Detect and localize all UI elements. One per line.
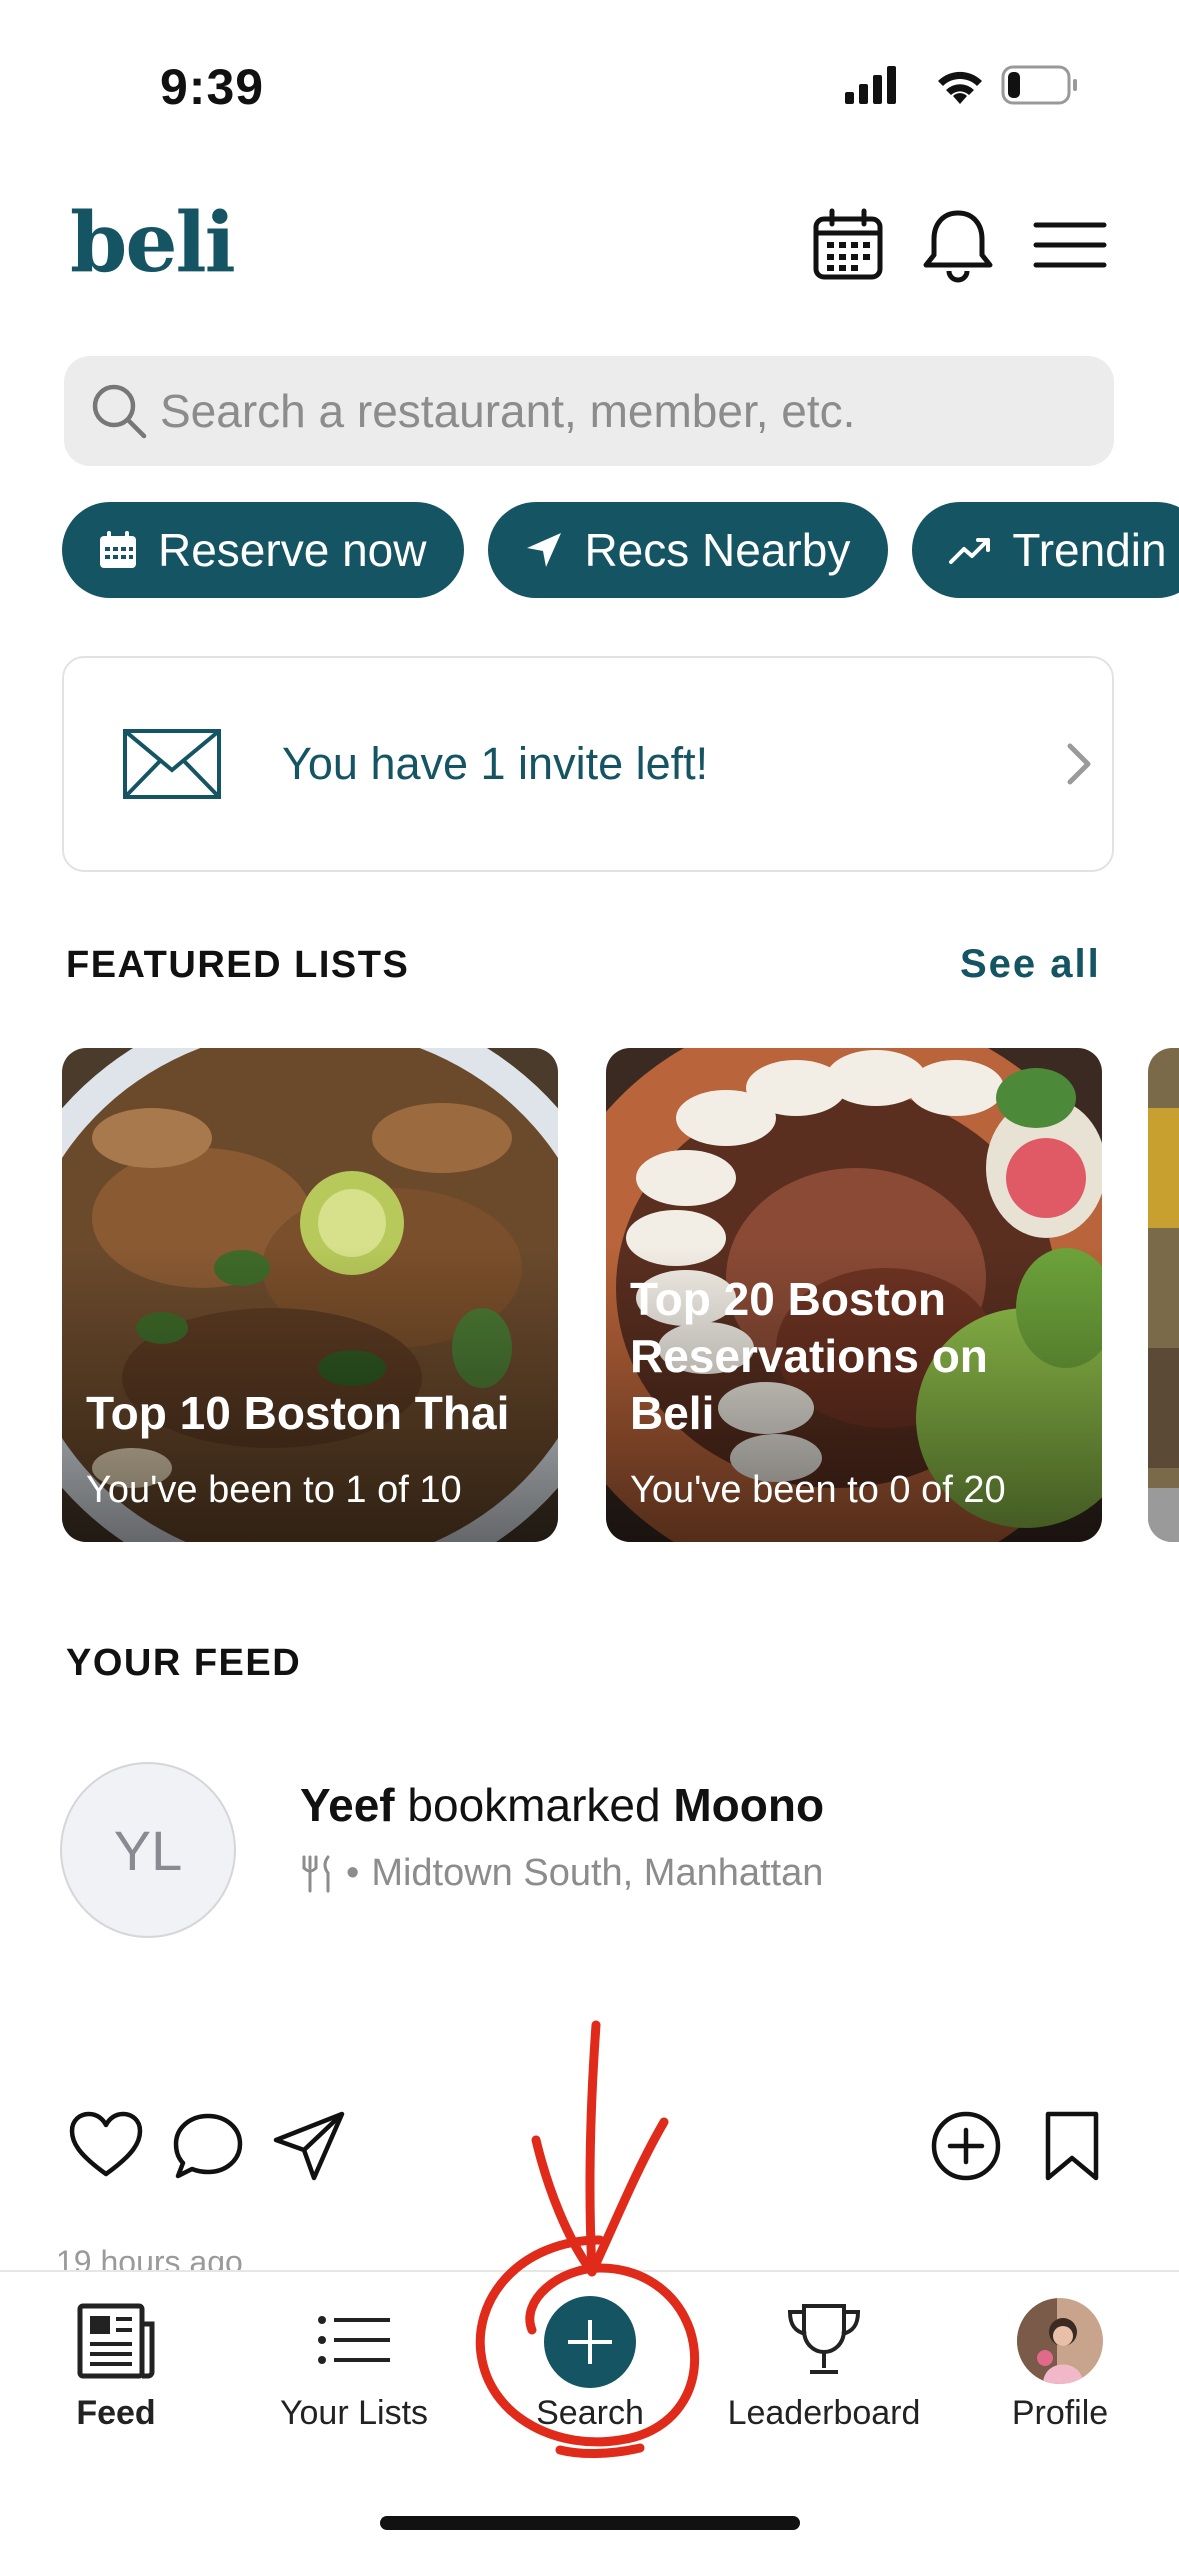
- status-time: 9:39: [160, 59, 265, 115]
- tab-label: Search: [536, 2394, 644, 2432]
- calendar-icon[interactable]: [810, 207, 886, 283]
- bullet-separator: •: [346, 1852, 360, 1894]
- feed-action: bookmarked: [407, 1779, 661, 1831]
- tab-search[interactable]: Search: [480, 2296, 700, 2470]
- invite-banner[interactable]: You have 1 invite left!: [62, 656, 1114, 872]
- tab-feed[interactable]: Feed: [6, 2300, 226, 2470]
- see-all-link[interactable]: See all: [960, 942, 1101, 987]
- newspaper-icon: [77, 2303, 155, 2379]
- tab-your-lists[interactable]: Your Lists: [244, 2300, 464, 2470]
- bell-icon[interactable]: [920, 207, 996, 283]
- feed-item-title: Yeef bookmarked Moono: [300, 1778, 824, 1832]
- search-bar[interactable]: [64, 356, 1114, 466]
- featured-list-card[interactable]: Top 20 Boston Reservations on Beli You'v…: [606, 1048, 1102, 1542]
- tab-label: Your Lists: [279, 2394, 429, 2432]
- your-feed-heading: YOUR FEED: [66, 1642, 302, 1684]
- search-input[interactable]: [160, 356, 1060, 466]
- featured-list-card[interactable]: Top 10 Boston Thai You've been to 1 of 1…: [62, 1048, 558, 1542]
- reserve-now-chip[interactable]: Reserve now: [62, 502, 465, 598]
- feed-item-subtitle: • Midtown South, Manhattan: [300, 1852, 823, 1895]
- search-icon: [92, 384, 147, 439]
- featured-list-image: [1148, 1048, 1179, 1542]
- calendar-icon: [100, 531, 136, 568]
- heart-icon[interactable]: [68, 2108, 144, 2184]
- chip-label: Recs Nearby: [584, 524, 851, 576]
- tab-leaderboard[interactable]: Leaderboard: [714, 2300, 934, 2470]
- trending-icon: [949, 538, 991, 564]
- status-icons: [845, 65, 1077, 105]
- battery-icon: [1001, 65, 1077, 105]
- trophy-icon: [787, 2304, 861, 2374]
- trending-chip[interactable]: Trendin: [912, 502, 1179, 598]
- share-icon[interactable]: [272, 2108, 348, 2184]
- fork-knife-icon: [302, 1855, 330, 1892]
- card-title: Top 20 Boston Reservations on Beli: [630, 1273, 988, 1439]
- feed-location: Midtown South, Manhattan: [371, 1852, 824, 1894]
- chip-label: Reserve now: [158, 524, 427, 576]
- app-logo: beli: [70, 195, 236, 291]
- tab-label: Feed: [76, 2394, 156, 2432]
- featured-list-card-peek[interactable]: [1148, 1048, 1179, 1542]
- location-arrow-icon: [527, 533, 562, 567]
- tab-label: Profile: [1011, 2394, 1109, 2432]
- signal-icon: [845, 66, 896, 104]
- wifi-icon: [938, 71, 982, 104]
- tab-profile[interactable]: Profile: [950, 2298, 1170, 2470]
- hamburger-menu-icon[interactable]: [1032, 207, 1108, 283]
- quick-actions-row: Reserve now Recs Nearby Trendin: [62, 502, 1179, 602]
- card-subtitle: You've been to 0 of 20: [630, 1469, 1006, 1511]
- invite-text: You have 1 invite left!: [282, 738, 709, 789]
- comment-icon[interactable]: [170, 2108, 246, 2184]
- plus-icon: [544, 2296, 636, 2388]
- avatar[interactable]: YL: [60, 1762, 236, 1938]
- list-icon: [318, 2316, 390, 2364]
- bookmark-icon[interactable]: [1034, 2108, 1110, 2184]
- add-circle-icon[interactable]: [928, 2108, 1004, 2184]
- envelope-icon: [123, 729, 221, 799]
- card-subtitle: You've been to 1 of 10: [86, 1469, 462, 1511]
- featured-lists-heading: FEATURED LISTS: [66, 944, 410, 986]
- feed-place-name[interactable]: Moono: [673, 1779, 824, 1831]
- card-title: Top 10 Boston Thai: [86, 1387, 510, 1439]
- tab-label: Leaderboard: [727, 2394, 921, 2432]
- profile-avatar: [1017, 2298, 1103, 2384]
- chip-label: Trendin: [1012, 524, 1167, 576]
- home-indicator: [380, 2516, 800, 2530]
- recs-nearby-chip[interactable]: Recs Nearby: [488, 502, 889, 598]
- feed-user-name[interactable]: Yeef: [300, 1779, 395, 1831]
- chevron-right-icon: [1067, 743, 1091, 785]
